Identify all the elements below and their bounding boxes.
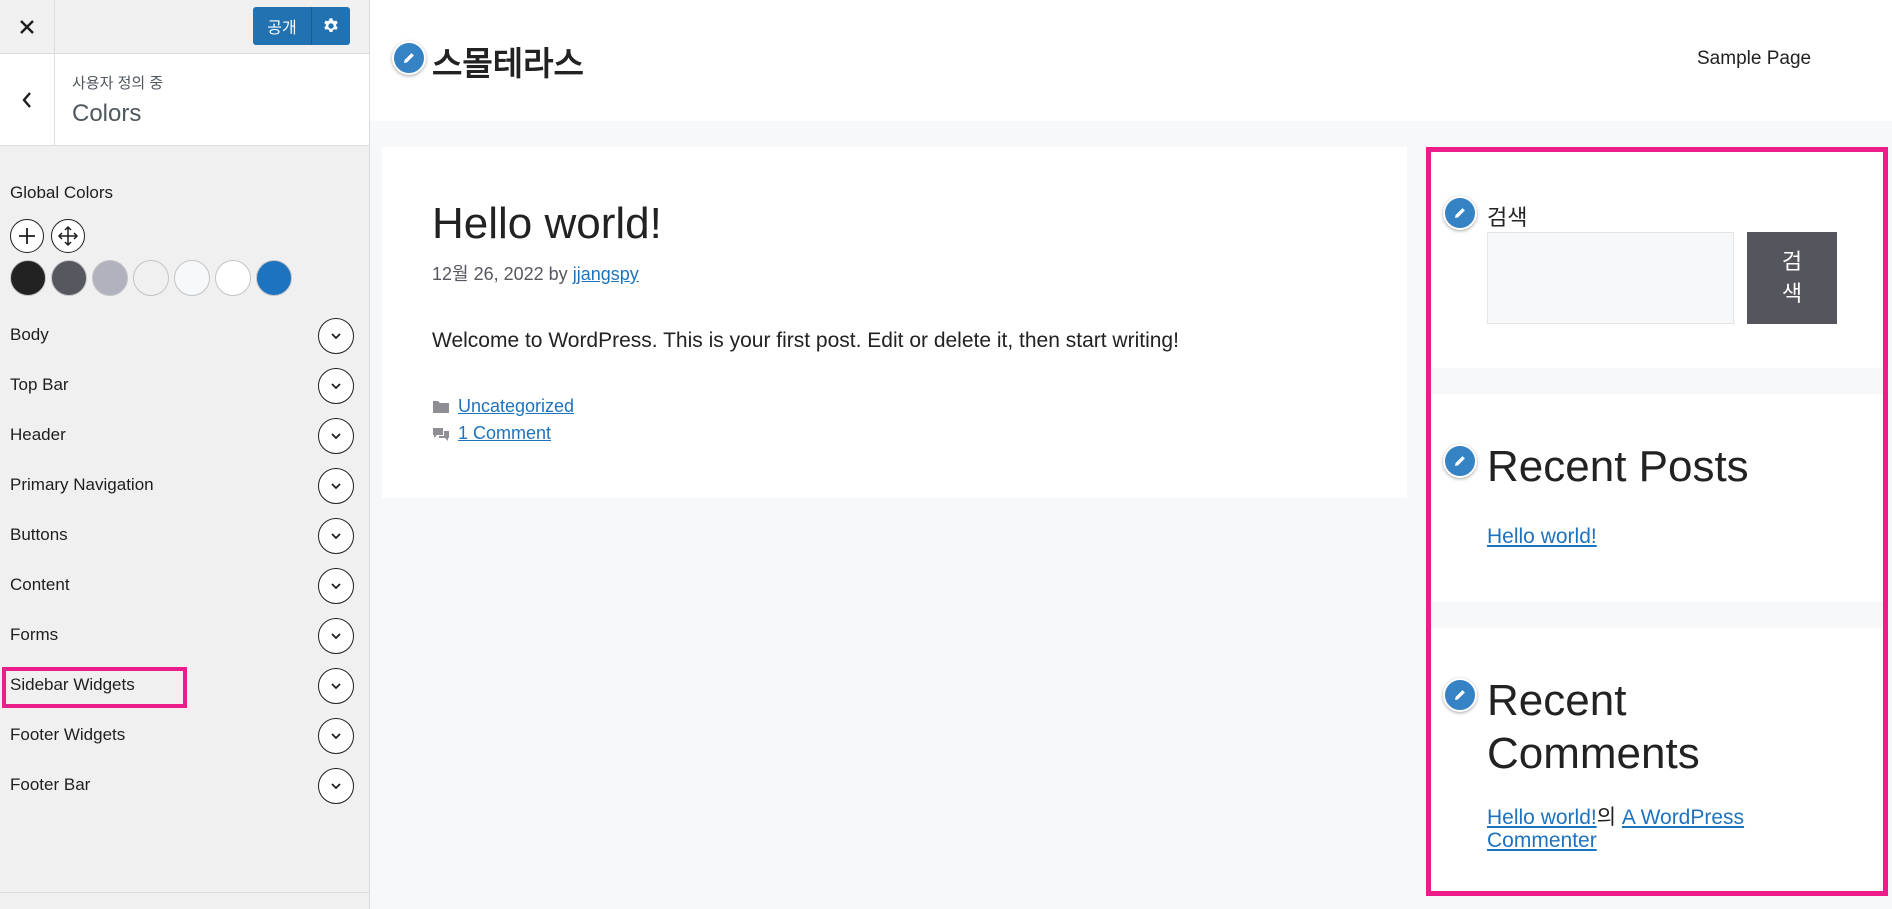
comments-link[interactable]: 1 Comment [458, 423, 551, 444]
color-section-label: Header [10, 425, 66, 444]
folder-icon [433, 401, 449, 413]
expand-toggle[interactable] [318, 618, 354, 654]
color-section-top-bar[interactable]: Top Bar [0, 366, 369, 406]
color-section-forms[interactable]: Forms [0, 616, 369, 656]
expand-toggle[interactable] [318, 518, 354, 554]
highlight-box [1426, 147, 1888, 896]
chevron-left-icon [22, 91, 31, 108]
color-section-label: Top Bar [10, 375, 69, 394]
publish-group: 공개 [253, 7, 350, 45]
highlight-box [2, 667, 187, 708]
post-comments: 1 Comment [432, 423, 551, 444]
color-section-label: Forms [10, 625, 59, 644]
color-section-label: Footer Bar [10, 775, 91, 794]
color-swatch[interactable] [215, 260, 251, 296]
nav-item-sample-page[interactable]: Sample Page [1697, 48, 1811, 70]
global-colors-title: Global Colors [10, 183, 113, 202]
expand-toggle[interactable] [318, 468, 354, 504]
chevron-down-icon [331, 333, 341, 340]
customizer-header: 공개 [0, 0, 369, 54]
color-swatch[interactable] [133, 260, 169, 296]
expand-toggle[interactable] [318, 318, 354, 354]
plus-icon [19, 228, 35, 244]
chevron-down-icon [331, 633, 341, 640]
site-header: 스몰테라스 Sample Page [370, 0, 1892, 121]
site-preview: 스몰테라스 Sample Page Hello world! 12월 26, 2… [370, 0, 1892, 909]
post-meta: 12월 26, 2022 by jjangspy [432, 260, 639, 286]
color-section-body[interactable]: Body [0, 316, 369, 356]
publish-button[interactable]: 공개 [253, 7, 312, 45]
breadcrumb: 사용자 정의 중 [72, 75, 164, 92]
chevron-down-icon [331, 583, 341, 590]
color-swatch[interactable] [10, 260, 46, 296]
color-section-label: Footer Widgets [10, 725, 126, 744]
color-section-footer-bar[interactable]: Footer Bar [0, 766, 369, 806]
add-color-button[interactable] [10, 219, 44, 253]
post-excerpt: Welcome to WordPress. This is your first… [432, 329, 1179, 352]
post-by: by [548, 264, 568, 284]
chevron-down-icon [331, 383, 341, 390]
back-button[interactable] [0, 54, 55, 145]
color-section-header[interactable]: Header [0, 416, 369, 456]
color-section-buttons[interactable]: Buttons [0, 516, 369, 556]
chevron-down-icon [331, 483, 341, 490]
post-card: Hello world! 12월 26, 2022 by jjangspy We… [382, 147, 1407, 498]
chevron-down-icon [331, 433, 341, 440]
color-section-label: Body [10, 325, 49, 344]
post-date: 12월 26, 2022 [432, 264, 544, 284]
section-header: 사용자 정의 중 Colors [0, 54, 369, 146]
post-author-link[interactable]: jjangspy [573, 264, 639, 284]
color-section-label: Content [10, 575, 70, 594]
site-title[interactable]: 스몰테라스 [432, 37, 584, 85]
color-section-label: Primary Navigation [10, 475, 154, 494]
category-link[interactable]: Uncategorized [458, 396, 574, 417]
color-swatch[interactable] [92, 260, 128, 296]
chevron-down-icon [331, 783, 341, 790]
color-section-content[interactable]: Content [0, 566, 369, 606]
expand-toggle[interactable] [318, 768, 354, 804]
expand-toggle[interactable] [318, 718, 354, 754]
reorder-colors-button[interactable] [51, 219, 85, 253]
color-section-label: Buttons [10, 525, 68, 544]
expand-toggle[interactable] [318, 568, 354, 604]
chevron-down-icon [331, 683, 341, 690]
color-swatch[interactable] [256, 260, 292, 296]
move-icon [57, 225, 79, 247]
pencil-icon [404, 53, 414, 63]
color-swatch[interactable] [51, 260, 87, 296]
comments-icon [433, 427, 449, 441]
close-icon [20, 19, 34, 34]
edit-site-title-button[interactable] [392, 41, 426, 75]
color-swatch[interactable] [174, 260, 210, 296]
expand-toggle[interactable] [318, 418, 354, 454]
expand-toggle[interactable] [318, 668, 354, 704]
divider [0, 892, 369, 893]
gear-icon [324, 18, 338, 33]
close-customizer-button[interactable] [0, 0, 55, 53]
post-category: Uncategorized [432, 396, 574, 417]
publish-settings-button[interactable] [312, 7, 350, 45]
post-title[interactable]: Hello world! [432, 199, 662, 249]
chevron-down-icon [331, 533, 341, 540]
customizer-panel: 공개 사용자 정의 중 Colors Global Colors Body Top… [0, 0, 370, 909]
color-section-primary-navigation[interactable]: Primary Navigation [0, 466, 369, 506]
color-section-footer-widgets[interactable]: Footer Widgets [0, 716, 369, 756]
expand-toggle[interactable] [318, 368, 354, 404]
chevron-down-icon [331, 733, 341, 740]
section-title: Colors [72, 100, 142, 127]
